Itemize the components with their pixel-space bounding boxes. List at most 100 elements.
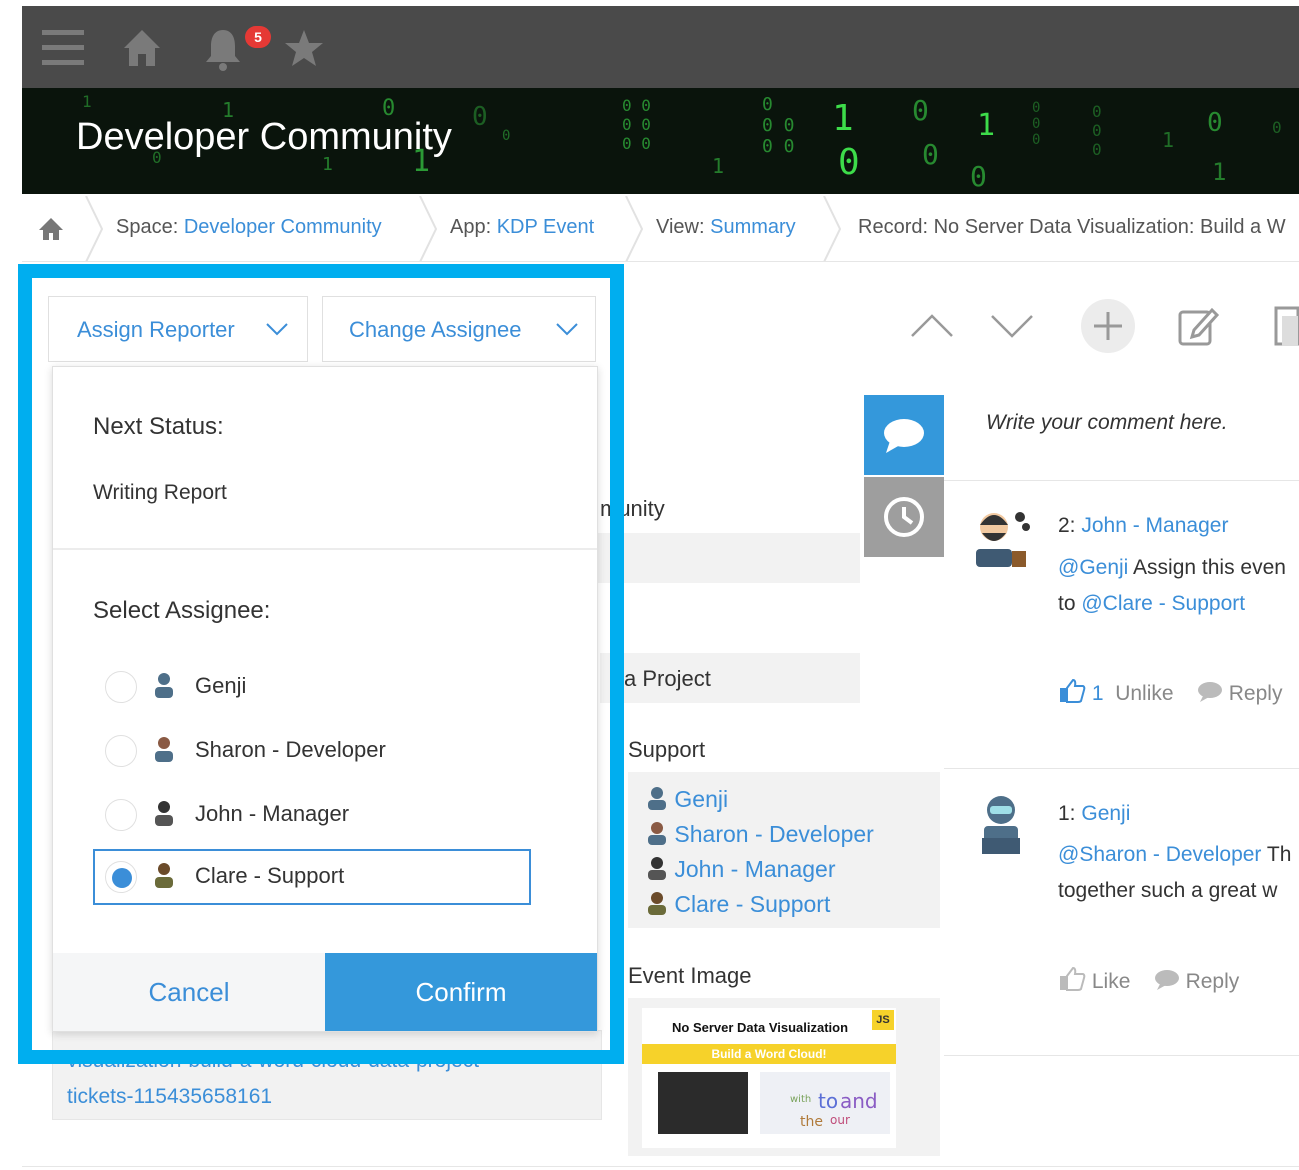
breadcrumb-view-prefix: View: [656,216,711,238]
thumbs-up-icon [1060,966,1086,991]
comment-2-header: 2: John - Manager [1058,514,1228,538]
user-avatar-icon [648,822,666,845]
breadcrumb-separator [85,196,104,261]
history-icon [884,497,924,537]
duplicate-record-icon[interactable] [1272,304,1299,353]
comment-text: to [1058,592,1082,615]
unlike-button[interactable]: 1 Unlike [1058,678,1179,705]
svg-text:to: to [818,1089,838,1113]
reply-button[interactable]: Reply [1154,970,1240,993]
top-navigation-bar: 5 [22,6,1299,88]
john-manager-avatar [972,505,1032,576]
comment-1-actions: Like Reply [1058,966,1239,994]
notifications-bell-icon[interactable] [202,24,244,79]
comment-bubble-icon [884,419,924,453]
thumbs-up-icon [1060,678,1086,703]
like-label: Like [1091,970,1131,993]
breadcrumb: Space: Developer Community App: KDP Even… [22,196,1299,262]
comment-author-link[interactable]: John - Manager [1081,514,1228,537]
user-avatar-icon [648,787,666,810]
breadcrumb-separator [419,196,438,261]
reply-label: Reply [1185,970,1240,993]
event-url-link-line-2[interactable]: tickets-115435658161 [67,1085,272,1109]
favorites-star-icon[interactable] [284,24,324,75]
support-user-genji[interactable]: Genji [646,786,728,813]
breadcrumb-app[interactable]: App: KDP Event [450,216,594,239]
comment-1-body-line-1: @Sharon - Developer Th [1058,843,1291,867]
comment-1-body-line-2: together such a great w [1058,879,1278,902]
genji-avatar [978,792,1024,863]
comment-placeholder: Write your comment here. [986,411,1228,434]
comments-tab[interactable] [864,395,944,475]
breadcrumb-record: Record: No Server Data Visualization: Bu… [858,216,1286,238]
field-value-background [586,533,860,583]
breadcrumb-separator [625,196,644,261]
event-image-js-badge: JS [872,1010,894,1030]
svg-text:with: with [790,1094,811,1105]
support-field-label: Support [628,737,706,762]
event-image-subtitle: Build a Word Cloud! [642,1044,896,1064]
breadcrumb-view[interactable]: View: Summary [656,216,796,239]
highlight-annotation-frame [18,264,624,1064]
edit-record-icon[interactable] [1176,304,1220,353]
user-avatar-icon [648,857,666,880]
reply-label: Reply [1228,682,1283,705]
comment-2-actions: 1 Unlike Reply [1058,678,1282,706]
mention-link[interactable]: @Sharon - Developer [1058,843,1261,866]
comment-2-body-line-1: @Genji Assign this even [1058,556,1286,580]
notification-count-badge: 5 [245,26,271,48]
comment-1-header: 1: Genji [1058,802,1130,826]
breadcrumb-separator [823,196,842,261]
svg-text:the: the [800,1114,823,1130]
event-image-label: Event Image [628,963,752,988]
support-user-name: Genji [674,786,729,812]
support-user-name: John - Manager [674,856,836,882]
reply-bubble-icon [1197,682,1222,702]
support-user-john[interactable]: John - Manager [646,856,835,883]
comment-divider [944,768,1299,769]
comment-number: 1: [1058,802,1082,825]
next-record-icon[interactable] [988,306,1036,351]
svg-text:and: and [840,1089,878,1113]
svg-text:our: our [830,1113,850,1127]
support-user-name: Clare - Support [674,891,831,917]
like-count: 1 [1091,682,1104,705]
mention-link[interactable]: @Clare - Support [1081,592,1245,615]
space-header-banner: 1 0 1 1 0 1 0 0 0 00 00 0 1 00 00 0 1 0 … [22,88,1299,194]
comment-text: Th [1261,843,1292,866]
comment-divider [944,1055,1299,1056]
comment-author-link[interactable]: Genji [1081,802,1130,825]
event-image-title: No Server Data Visualization [672,1020,849,1035]
space-title: Developer Community [76,116,452,158]
breadcrumb-space[interactable]: Space: Developer Community [116,216,382,239]
support-user-sharon[interactable]: Sharon - Developer [646,821,874,848]
home-icon[interactable] [122,24,162,75]
comment-input[interactable]: Write your comment here. [944,395,1299,481]
page-bottom-divider [22,1166,1299,1167]
comment-text: Assign this even [1128,556,1286,579]
event-image-thumbnail[interactable]: No Server Data Visualization JS Build a … [642,1008,896,1148]
previous-record-icon[interactable] [908,306,956,351]
mention-link[interactable]: @Genji [1058,556,1128,579]
support-user-clare[interactable]: Clare - Support [646,891,830,918]
comment-number: 2: [1058,514,1082,537]
user-avatar-icon [648,892,666,915]
breadcrumb-app-link[interactable]: KDP Event [497,216,594,238]
breadcrumb-app-prefix: App: [450,216,497,238]
event-image-screenshot-graphic [658,1072,748,1134]
breadcrumb-space-prefix: Space: [116,216,184,238]
menu-icon[interactable] [42,24,84,75]
support-user-name: Sharon - Developer [674,821,874,847]
like-button[interactable]: Like [1058,966,1136,993]
breadcrumb-space-link[interactable]: Developer Community [184,216,382,238]
reply-button[interactable]: Reply [1197,682,1283,705]
breadcrumb-home-icon[interactable] [38,216,64,248]
unlike-label: Unlike [1115,682,1174,705]
breadcrumb-view-link[interactable]: Summary [710,216,796,238]
event-image-wordcloud-graphic: to and our with the [760,1072,890,1134]
comment-2-body-line-2: to @Clare - Support [1058,592,1245,616]
add-record-icon[interactable] [1080,298,1136,359]
reply-bubble-icon [1154,970,1179,990]
title-field-value-fragment: a Project [624,666,711,691]
history-tab[interactable] [864,477,944,557]
